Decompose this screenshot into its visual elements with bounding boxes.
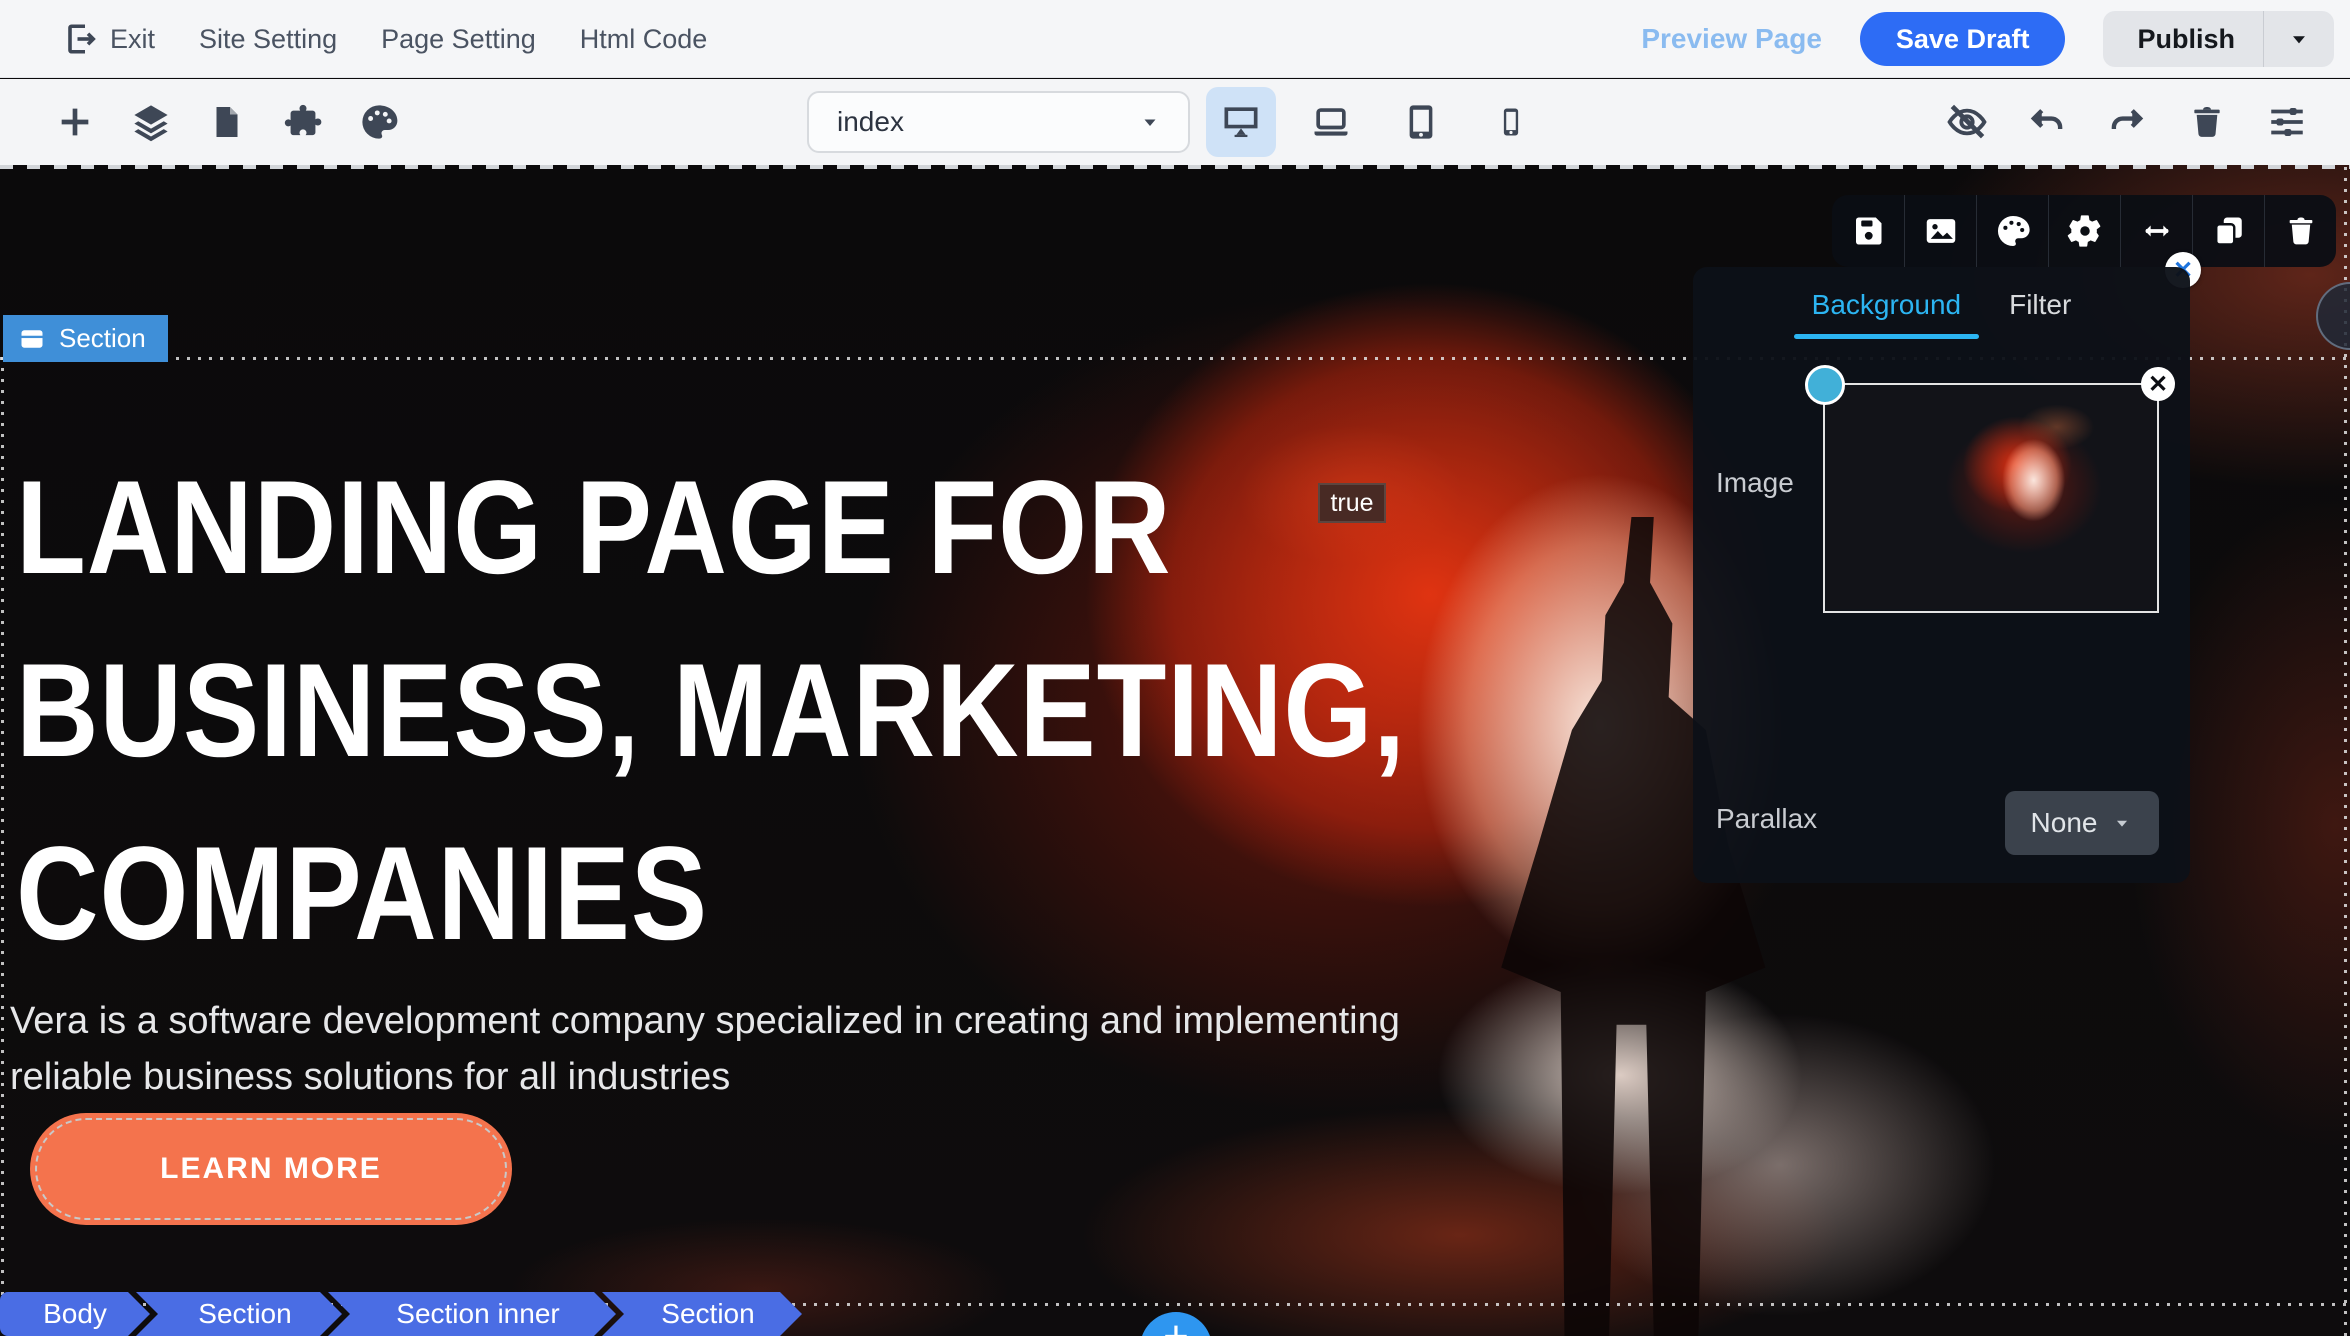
- editor-toolbar: index: [0, 79, 2350, 165]
- gear-icon: [2066, 212, 2104, 250]
- desktop-icon: [1219, 100, 1263, 144]
- element-breadcrumb: Body Section Section inner Section: [0, 1292, 802, 1336]
- layers-button[interactable]: [128, 94, 174, 150]
- page-select-value: index: [837, 106, 904, 138]
- hero-heading-line: LANDING PAGE FOR: [16, 437, 1406, 620]
- style-button[interactable]: [1976, 195, 2048, 267]
- breadcrumb-item-section-2[interactable]: Section: [602, 1292, 802, 1336]
- hero-heading-line: COMPANIES: [16, 803, 1406, 986]
- hero-paragraph-line: Vera is a software development company s…: [10, 993, 1400, 1049]
- undo-button[interactable]: [2024, 94, 2070, 150]
- page-setting-button[interactable]: Page Setting: [381, 24, 536, 55]
- laptop-icon: [1309, 100, 1353, 144]
- duplicate-button[interactable]: [2192, 195, 2264, 267]
- eye-off-icon: [1945, 100, 1989, 144]
- page-canvas: Section LANDING PAGE FOR BUSINESS, MARKE…: [0, 165, 2350, 1336]
- learn-more-button[interactable]: LEARN MORE: [30, 1113, 512, 1225]
- save-block-button[interactable]: [1832, 195, 1904, 267]
- sliders-icon: [2266, 101, 2308, 143]
- exit-icon: [64, 21, 100, 57]
- theme-colors-button[interactable]: [356, 94, 402, 150]
- breadcrumb-item-body[interactable]: Body: [0, 1292, 150, 1336]
- blocks-icon: [282, 101, 324, 143]
- save-block-icon: [1850, 213, 1886, 249]
- section-badge[interactable]: Section: [3, 315, 168, 362]
- learn-more-label: LEARN MORE: [160, 1152, 382, 1186]
- select-caret-icon: [1138, 110, 1162, 134]
- exit-button[interactable]: Exit: [64, 21, 155, 57]
- breadcrumb-item-section-inner[interactable]: Section inner: [328, 1292, 616, 1336]
- canvas-top-dashed-border: [0, 165, 2350, 169]
- value-tooltip-text: true: [1330, 489, 1373, 518]
- image-remove-button[interactable]: ✕: [2141, 367, 2175, 401]
- page-select-dropdown[interactable]: index: [807, 91, 1190, 153]
- add-icon: [55, 102, 95, 142]
- delete-section-button[interactable]: [2264, 195, 2336, 267]
- background-popover: Background Filter Image ✕ Parallax None: [1693, 267, 2190, 883]
- image-drag-handle[interactable]: [1805, 365, 1845, 405]
- hero-paragraph[interactable]: Vera is a software development company s…: [10, 993, 1400, 1105]
- layers-icon: [130, 101, 172, 143]
- page-builder-app: Exit Site Setting Page Setting Html Code…: [0, 0, 2350, 1336]
- hero-heading[interactable]: LANDING PAGE FOR BUSINESS, MARKETING, CO…: [16, 437, 1632, 986]
- section-badge-label: Section: [59, 323, 146, 354]
- phone-icon: [1492, 103, 1530, 141]
- add-element-button[interactable]: [52, 94, 98, 150]
- hidden-elements-button[interactable]: [1944, 94, 1990, 150]
- top-menu-bar: Exit Site Setting Page Setting Html Code…: [0, 0, 2350, 78]
- device-phone-button[interactable]: [1476, 87, 1546, 157]
- parallax-caret-icon: [2111, 812, 2133, 834]
- hero-heading-line: BUSINESS, MARKETING,: [16, 620, 1406, 803]
- trash-icon: [2284, 213, 2318, 249]
- parallax-dropdown[interactable]: None: [2005, 791, 2159, 855]
- breadcrumb-item-section[interactable]: Section: [136, 1292, 342, 1336]
- redo-button[interactable]: [2104, 94, 2150, 150]
- trash-icon: [2188, 102, 2226, 142]
- device-tablet-button[interactable]: [1386, 87, 1456, 157]
- publish-button[interactable]: Publish: [2103, 11, 2334, 67]
- palette-icon: [358, 101, 400, 143]
- palette-icon: [1994, 212, 2032, 250]
- section-left-dotted-border: [1, 357, 4, 1336]
- tablet-icon: [1400, 101, 1442, 143]
- tab-filter[interactable]: Filter: [2009, 289, 2071, 339]
- parallax-field-label: Parallax: [1716, 803, 1817, 835]
- delete-button[interactable]: [2184, 94, 2230, 150]
- publish-label: Publish: [2103, 24, 2263, 55]
- device-laptop-button[interactable]: [1296, 87, 1366, 157]
- blocks-button[interactable]: [280, 94, 326, 150]
- section-settings-button[interactable]: [2048, 195, 2120, 267]
- undo-icon: [2026, 101, 2068, 143]
- background-image-preview[interactable]: [1823, 383, 2159, 613]
- background-image-thumbnail: [1827, 387, 2155, 609]
- parallax-value: None: [2031, 807, 2098, 839]
- publish-caret-icon[interactable]: [2264, 26, 2334, 52]
- site-setting-button[interactable]: Site Setting: [199, 24, 337, 55]
- image-icon: [1922, 212, 1960, 250]
- duplicate-icon: [2211, 213, 2247, 249]
- exit-label: Exit: [110, 24, 155, 55]
- change-image-button[interactable]: [1904, 195, 1976, 267]
- html-code-button[interactable]: Html Code: [580, 24, 708, 55]
- section-icon: [18, 325, 46, 353]
- settings-button[interactable]: [2264, 94, 2310, 150]
- image-field-label: Image: [1716, 467, 1794, 499]
- tab-background[interactable]: Background: [1812, 289, 1961, 339]
- device-desktop-button[interactable]: [1206, 87, 1276, 157]
- redo-icon: [2106, 101, 2148, 143]
- page-icon: [209, 102, 245, 142]
- pages-button[interactable]: [204, 94, 250, 150]
- resize-horizontal-icon: [2138, 212, 2176, 250]
- save-draft-button[interactable]: Save Draft: [1860, 12, 2066, 66]
- value-tooltip: true: [1318, 483, 1386, 523]
- section-selection-toolbar: [1832, 195, 2336, 267]
- preview-page-link[interactable]: Preview Page: [1641, 23, 1822, 55]
- hero-paragraph-line: reliable business solutions for all indu…: [10, 1049, 1400, 1105]
